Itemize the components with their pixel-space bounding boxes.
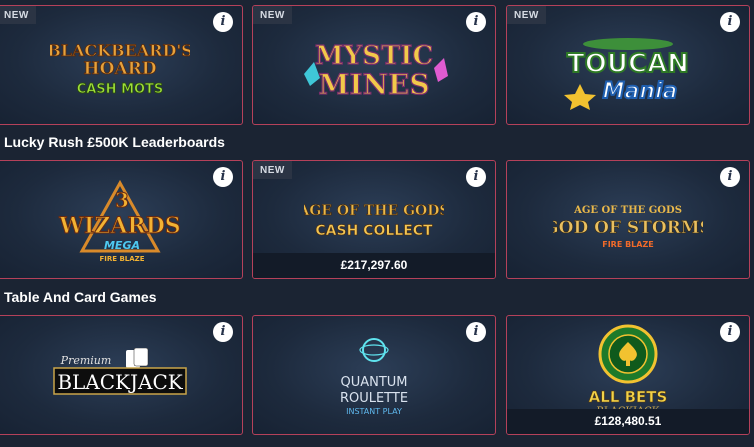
info-icon[interactable]: i <box>213 322 233 342</box>
gem-shape <box>434 58 448 82</box>
game-logo: QUANTUM ROULETTE INSTANT PLAY <box>253 332 495 422</box>
logo-line-2: GOD OF STORMS <box>553 218 703 238</box>
logo-line-1: BLACKBEARD'S <box>50 41 190 60</box>
logo-line-2: HOARD <box>83 59 156 79</box>
logo-line-1: Premium <box>59 354 111 367</box>
game-logo: AGE OF THE GODS CASH COLLECT <box>253 197 495 243</box>
atom-icon <box>362 338 386 362</box>
logo-line-3: CASH MOTS <box>76 82 163 97</box>
game-tile-premium-blackjack[interactable]: i Premium BLACKJACK <box>0 315 243 435</box>
info-icon[interactable]: i <box>720 12 740 32</box>
game-logo: TOUCAN Mania <box>507 34 749 110</box>
jackpot-amount: £128,480.51 <box>507 409 749 434</box>
game-tile-age-of-the-gods-cash-collect[interactable]: NEW i AGE OF THE GODS CASH COLLECT £217,… <box>252 160 496 279</box>
logo-line-1: QUANTUM <box>340 375 407 390</box>
logo-line-3: FIRE BLAZE <box>602 240 654 249</box>
logo-line-2: WIZARDS <box>58 213 180 239</box>
game-logo: Premium BLACKJACK <box>0 348 242 404</box>
logo-line-1: MYSTIC <box>315 41 433 71</box>
info-icon[interactable]: i <box>466 167 486 187</box>
logo-line-4: FIRE BLAZE <box>99 255 144 263</box>
game-tile-blackbeards-hoard[interactable]: NEW i BLACKBEARD'S HOARD CASH MOTS <box>0 5 243 125</box>
logo-line-1: ALL BETS <box>589 388 668 406</box>
section-heading-leaderboards: Lucky Rush £500K Leaderboards <box>4 134 225 150</box>
logo-line-1: AGE OF THE GODS <box>573 205 682 216</box>
game-tile-all-bets-blackjack[interactable]: i ALL BETS BLACKJACK £128,480.51 <box>506 315 750 435</box>
game-logo: BLACKBEARD'S HOARD CASH MOTS <box>0 36 242 106</box>
game-tile-mystic-mines[interactable]: NEW i MYSTIC MINES <box>252 5 496 125</box>
new-badge: NEW <box>253 6 292 24</box>
jackpot-amount: £217,297.60 <box>253 253 495 278</box>
info-icon[interactable]: i <box>213 12 233 32</box>
game-logo: ALL BETS BLACKJACK <box>507 322 749 414</box>
logo-line-2: ROULETTE <box>340 391 408 406</box>
logo-line-1: TOUCAN <box>567 49 689 79</box>
info-icon[interactable]: i <box>466 12 486 32</box>
star-shape <box>564 84 596 110</box>
game-tile-god-of-storms[interactable]: i AGE OF THE GODS GOD OF STORMS FIRE BLA… <box>506 160 750 279</box>
logo-line-1: 3 <box>115 188 129 212</box>
logo-line-1: AGE OF THE GODS <box>304 203 444 219</box>
logo-line-3: INSTANT PLAY <box>346 407 402 416</box>
logo-line-2: CASH COLLECT <box>315 223 433 239</box>
game-logo: 3 WIZARDS MEGA FIRE BLAZE <box>0 179 242 269</box>
atom-orbit <box>359 344 389 356</box>
game-logo: AGE OF THE GODS GOD OF STORMS FIRE BLAZE <box>507 201 749 251</box>
game-logo: MYSTIC MINES <box>253 34 495 108</box>
game-tile-toucan-mania[interactable]: NEW i TOUCAN Mania <box>506 5 750 125</box>
game-tile-3-wizards[interactable]: i 3 WIZARDS MEGA FIRE BLAZE <box>0 160 243 279</box>
logo-line-3: MEGA <box>103 239 139 252</box>
card-shape <box>133 348 148 367</box>
logo-line-2: MINES <box>318 68 429 101</box>
logo-line-2: BLACKJACK <box>57 370 183 394</box>
logo-line-2: Mania <box>603 79 678 104</box>
new-badge: NEW <box>253 161 292 179</box>
info-icon[interactable]: i <box>720 167 740 187</box>
game-tile-quantum-roulette[interactable]: i QUANTUM ROULETTE INSTANT PLAY <box>252 315 496 435</box>
section-heading-table-card-games: Table And Card Games <box>4 289 157 305</box>
new-badge: NEW <box>0 6 36 24</box>
new-badge: NEW <box>507 6 546 24</box>
